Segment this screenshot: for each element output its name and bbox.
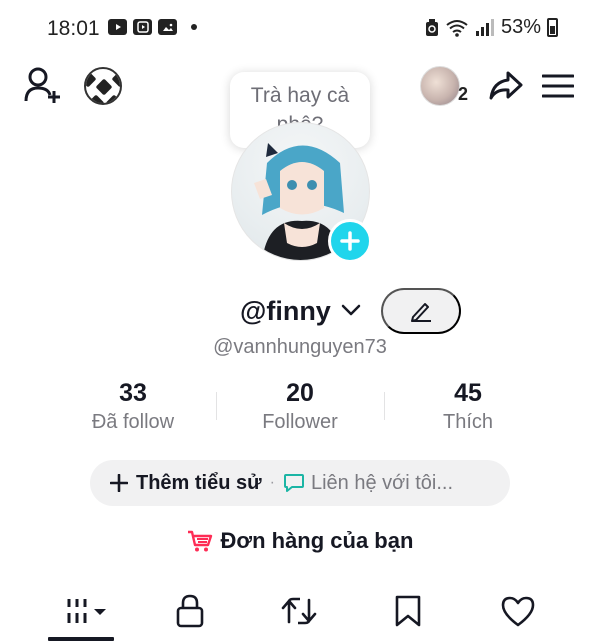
stat-divider xyxy=(384,392,385,420)
play-icon xyxy=(133,19,152,35)
add-user-icon[interactable] xyxy=(24,67,64,105)
orders-label: Đơn hàng của bạn xyxy=(220,528,414,553)
contact-button[interactable]: Liên hệ với tôi... xyxy=(283,472,453,495)
bio-separator: · xyxy=(269,474,275,491)
stat-label: Follower xyxy=(262,411,338,433)
tab-private[interactable] xyxy=(150,585,230,637)
add-bio-button[interactable]: Thêm tiểu sử xyxy=(110,472,262,495)
stat-divider xyxy=(216,392,217,420)
battery-percent: 53% xyxy=(500,16,541,38)
heart-icon xyxy=(501,596,535,627)
gallery-icon xyxy=(158,19,177,35)
edit-profile-button[interactable] xyxy=(381,288,461,334)
tab-favorites[interactable] xyxy=(368,585,448,637)
stats-row: 33 Đã follow 20 Follower 45 Thích xyxy=(0,378,600,438)
add-avatar-button[interactable] xyxy=(328,219,372,263)
stat-following[interactable]: 33 Đã follow xyxy=(63,378,203,436)
share-icon[interactable] xyxy=(488,70,524,102)
plus-icon xyxy=(110,474,128,492)
menu-icon[interactable] xyxy=(542,73,574,99)
header-left xyxy=(24,67,122,105)
chat-icon xyxy=(283,474,304,492)
recycle-icon xyxy=(425,18,438,36)
youtube-icon xyxy=(108,19,127,35)
header-right: 2 xyxy=(420,66,574,106)
profile-tabs xyxy=(0,585,600,643)
tab-videos[interactable] xyxy=(48,585,128,637)
stat-value: 45 xyxy=(454,379,482,407)
battery-icon xyxy=(547,18,558,37)
active-tab-indicator xyxy=(48,637,114,641)
bookmark-icon xyxy=(395,595,421,627)
soccer-ball-icon[interactable] xyxy=(84,67,122,105)
status-bar: 18:01 53% xyxy=(0,0,600,56)
tab-reposts[interactable] xyxy=(259,585,339,637)
pencil-icon xyxy=(411,303,431,322)
status-right: 53% xyxy=(425,16,558,39)
stat-label: Đã follow xyxy=(91,411,175,433)
bio-pill: Thêm tiểu sử · Liên hệ với tôi... xyxy=(90,460,510,506)
friends-count: 2 xyxy=(458,84,469,104)
user-handle: @vannhunguyen73 xyxy=(213,336,387,358)
tab-liked[interactable] xyxy=(478,585,558,637)
contact-label: Liên hệ với tôi... xyxy=(310,471,454,494)
stat-likes[interactable]: 45 Thích xyxy=(398,378,538,436)
cart-icon xyxy=(187,530,212,552)
lock-icon xyxy=(176,594,204,628)
friends-avatar[interactable]: 2 xyxy=(420,66,470,106)
stat-value: 20 xyxy=(286,379,314,407)
signal-icon xyxy=(475,18,494,36)
grid-icon xyxy=(67,599,106,623)
status-time: 18:01 xyxy=(47,17,100,40)
dot-icon xyxy=(191,24,197,30)
stat-followers[interactable]: 20 Follower xyxy=(230,378,370,436)
stat-value: 33 xyxy=(119,379,147,407)
repost-icon xyxy=(281,597,317,625)
wifi-icon xyxy=(446,19,468,37)
orders-link[interactable]: Đơn hàng của bạn xyxy=(0,528,600,554)
name-row: @finny xyxy=(0,288,600,334)
add-bio-label: Thêm tiểu sử xyxy=(136,471,262,494)
status-app-icons xyxy=(108,19,197,35)
username[interactable]: @finny xyxy=(240,296,331,327)
avatar xyxy=(420,66,460,106)
plus-icon xyxy=(340,231,360,251)
chevron-down-icon[interactable] xyxy=(341,304,361,316)
stat-label: Thích xyxy=(442,411,494,433)
